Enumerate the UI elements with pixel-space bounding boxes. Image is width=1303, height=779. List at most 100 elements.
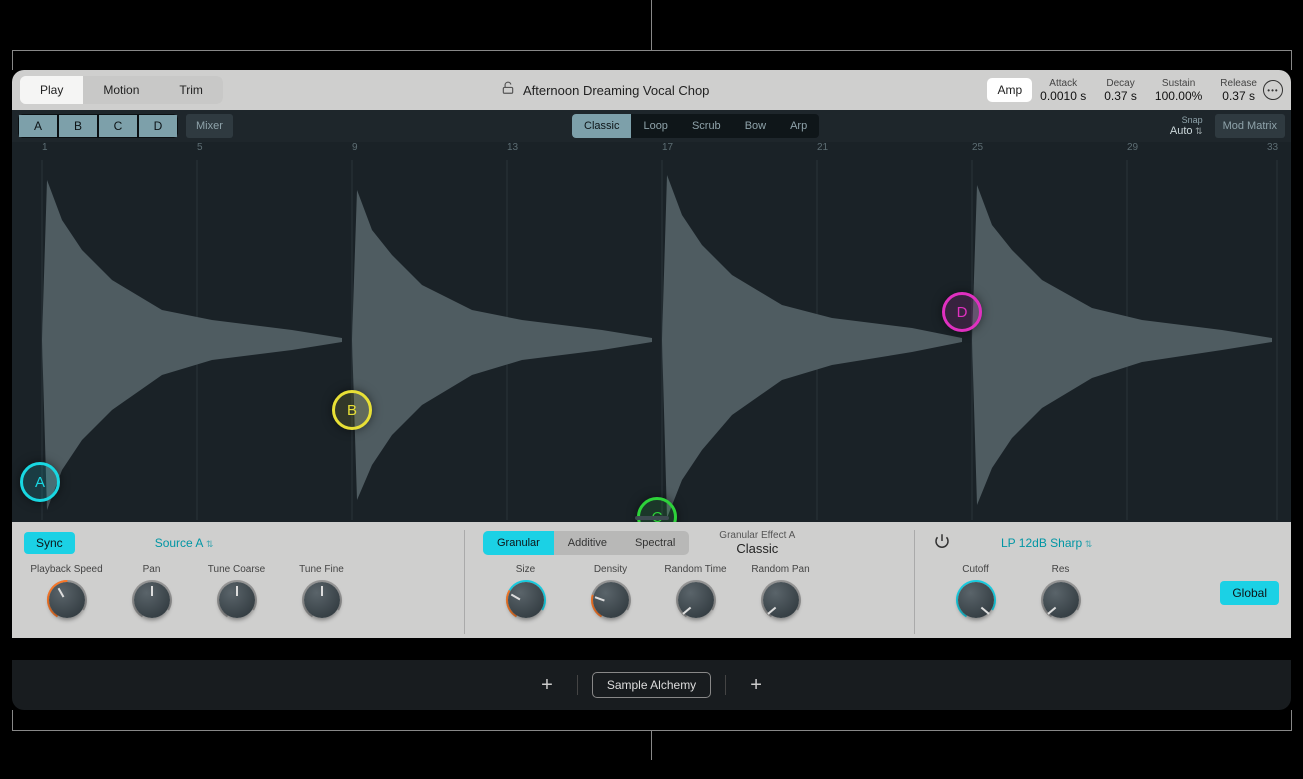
preset-name[interactable]: Afternoon Dreaming Vocal Chop: [523, 83, 709, 98]
knob-label: Tune Fine: [299, 564, 344, 575]
sync-button[interactable]: Sync: [24, 532, 75, 554]
lock-icon[interactable]: [501, 81, 515, 100]
sub-header: A B C D Mixer Classic Loop Scrub Bow Arp…: [12, 110, 1291, 142]
waveform-editor[interactable]: 1 5 9 13 17 21 25 29 33 A B C D: [12, 142, 1291, 522]
pane-resize-handle[interactable]: [635, 516, 669, 520]
pan-knob[interactable]: [131, 579, 173, 621]
amp-button[interactable]: Amp: [987, 78, 1032, 102]
header-tabs: Play Motion Trim: [20, 76, 223, 104]
footer-divider: [725, 675, 726, 695]
mode-bow[interactable]: Bow: [733, 114, 778, 138]
power-icon[interactable]: [933, 532, 951, 555]
adsr-release-value: 0.37 s: [1220, 89, 1257, 103]
ruler-tick: 5: [197, 142, 203, 153]
size-knob[interactable]: [505, 579, 547, 621]
knob-label: Pan: [143, 564, 161, 575]
mod-matrix-button[interactable]: Mod Matrix: [1215, 114, 1285, 138]
callout-line-top: [12, 50, 13, 70]
adsr-release-label: Release: [1220, 78, 1257, 89]
mixer-button[interactable]: Mixer: [186, 114, 233, 138]
waveform-ruler: 1 5 9 13 17 21 25 29 33: [12, 142, 1291, 160]
waveform-display: [12, 160, 1291, 520]
source-handle-a[interactable]: A: [20, 462, 60, 502]
knob-label: Random Time: [664, 564, 726, 575]
source-handle-b[interactable]: B: [332, 390, 372, 430]
density-knob[interactable]: [590, 579, 632, 621]
source-handle-d[interactable]: D: [942, 292, 982, 332]
plugin-footer: + Sample Alchemy +: [12, 660, 1291, 710]
adsr-attack[interactable]: Attack 0.0010 s: [1040, 78, 1086, 103]
callout-line-top: [1291, 50, 1292, 70]
add-plugin-right-icon[interactable]: +: [740, 670, 772, 701]
knob-label: Tune Coarse: [208, 564, 265, 575]
knob-label: Size: [516, 564, 535, 575]
global-button[interactable]: Global: [1220, 581, 1279, 605]
snap-label: Snap: [1170, 115, 1203, 125]
adsr-decay-value: 0.37 s: [1104, 89, 1137, 103]
tune-fine-knob[interactable]: [301, 579, 343, 621]
cutoff-knob[interactable]: [955, 579, 997, 621]
more-menu-icon[interactable]: [1263, 80, 1283, 100]
adsr-sustain-value: 100.00%: [1155, 89, 1202, 103]
source-tabs: A B C D: [18, 114, 178, 138]
adsr-attack-value: 0.0010 s: [1040, 89, 1086, 103]
engine-additive[interactable]: Additive: [554, 531, 621, 555]
callout-line-bottom: [1291, 710, 1292, 730]
knob-label: Cutoff: [962, 564, 989, 575]
source-tab-c[interactable]: C: [98, 114, 138, 138]
callout-line-bottom: [12, 730, 1292, 731]
adsr-decay[interactable]: Decay 0.37 s: [1104, 78, 1137, 103]
ruler-tick: 17: [662, 142, 673, 153]
knob-label: Res: [1052, 564, 1070, 575]
mode-classic[interactable]: Classic: [572, 114, 631, 138]
ruler-tick: 13: [507, 142, 518, 153]
resonance-knob[interactable]: [1040, 579, 1082, 621]
adsr-release[interactable]: Release 0.37 s: [1220, 78, 1257, 103]
knob-label: Playback Speed: [30, 564, 102, 575]
random-pan-knob[interactable]: [760, 579, 802, 621]
source-selector[interactable]: Source A: [155, 536, 214, 550]
knob-label: Density: [594, 564, 627, 575]
controls-panel: Sync Source A Playback Speed Pan Tune Co…: [12, 522, 1291, 638]
filter-section: LP 12dB Sharp Cutoff Res Global: [914, 530, 1279, 634]
ruler-tick: 9: [352, 142, 358, 153]
callout-line-top: [12, 50, 1292, 51]
ruler-tick: 25: [972, 142, 983, 153]
ruler-tick: 29: [1127, 142, 1138, 153]
source-tab-b[interactable]: B: [58, 114, 98, 138]
effect-info[interactable]: Granular Effect A Classic: [719, 530, 795, 556]
random-time-knob[interactable]: [675, 579, 717, 621]
engine-tabs: Granular Additive Spectral: [483, 531, 689, 555]
source-tab-d[interactable]: D: [138, 114, 178, 138]
playback-speed-knob[interactable]: [46, 579, 88, 621]
tab-motion[interactable]: Motion: [83, 76, 159, 104]
playback-mode-tabs: Classic Loop Scrub Bow Arp: [572, 114, 819, 138]
playback-section: Sync Source A Playback Speed Pan Tune Co…: [24, 530, 464, 634]
callout-line-bottom: [12, 710, 13, 730]
adsr-attack-label: Attack: [1040, 78, 1086, 89]
adsr-group: Attack 0.0010 s Decay 0.37 s Sustain 100…: [1040, 78, 1257, 103]
mode-loop[interactable]: Loop: [631, 114, 679, 138]
effect-value: Classic: [719, 541, 795, 556]
plugin-window: Play Motion Trim Afternoon Dreaming Voca…: [12, 70, 1291, 658]
tab-play[interactable]: Play: [20, 76, 83, 104]
adsr-decay-label: Decay: [1104, 78, 1137, 89]
preset-area: Afternoon Dreaming Vocal Chop: [223, 81, 988, 100]
tab-trim[interactable]: Trim: [159, 76, 223, 104]
snap-value: Auto: [1170, 125, 1203, 137]
footer-divider: [577, 675, 578, 695]
add-plugin-left-icon[interactable]: +: [531, 670, 563, 701]
engine-granular[interactable]: Granular: [483, 531, 554, 555]
header-bar: Play Motion Trim Afternoon Dreaming Voca…: [12, 70, 1291, 110]
source-tab-a[interactable]: A: [18, 114, 58, 138]
plugin-chip[interactable]: Sample Alchemy: [592, 672, 711, 698]
filter-selector[interactable]: LP 12dB Sharp: [1001, 536, 1092, 550]
mode-scrub[interactable]: Scrub: [680, 114, 733, 138]
ruler-tick: 1: [42, 142, 48, 153]
adsr-sustain[interactable]: Sustain 100.00%: [1155, 78, 1202, 103]
tune-coarse-knob[interactable]: [216, 579, 258, 621]
knob-label: Random Pan: [751, 564, 809, 575]
mode-arp[interactable]: Arp: [778, 114, 819, 138]
snap-selector[interactable]: Snap Auto: [1170, 115, 1203, 137]
engine-spectral[interactable]: Spectral: [621, 531, 689, 555]
